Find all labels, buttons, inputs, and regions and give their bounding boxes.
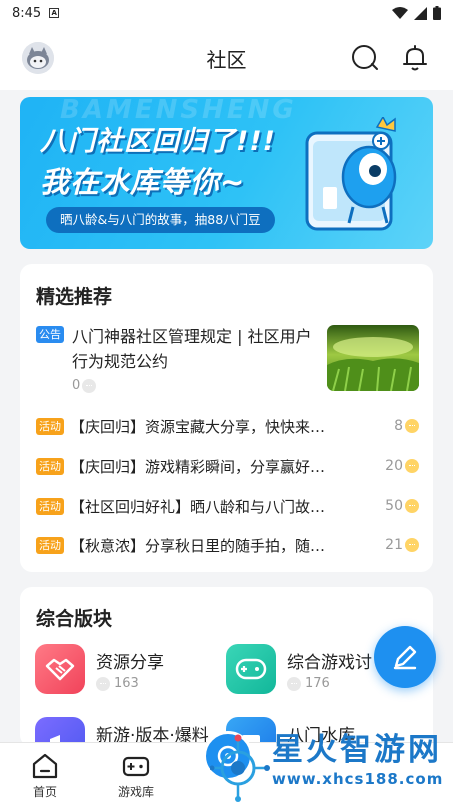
comment-bubble-icon — [96, 676, 110, 691]
battery-icon — [433, 6, 441, 20]
activity-post[interactable]: 活动 【庆回归】资源宝藏大分享，快快来… 8 — [36, 414, 419, 438]
post-title: 【秋意浓】分享秋日里的随手拍，随… — [70, 536, 326, 555]
game-library-icon — [122, 756, 150, 777]
status-time: 8:45 — [12, 5, 42, 21]
status-indicators — [392, 6, 441, 20]
post-title: 【社区回归好礼】晒八龄和与八门故… — [70, 497, 326, 516]
comment-bubble-icon — [405, 459, 419, 473]
post-count-value: 8 — [394, 418, 403, 434]
post-count-value: 20 — [385, 458, 403, 474]
comment-bubble-icon — [82, 378, 97, 393]
post-comment-count: 8 — [394, 418, 419, 434]
bell-icon[interactable] — [401, 44, 429, 72]
post-title: 【庆回归】游戏精彩瞬间，分享赢好… — [70, 457, 326, 476]
nav-home-label: 首页 — [32, 785, 57, 799]
notice-comment-count: 0 — [72, 378, 97, 393]
post-tag: 活动 — [36, 536, 64, 554]
watermark-url: www.xhcs188.com — [272, 770, 444, 788]
post-count-value: 21 — [385, 537, 403, 553]
comment-bubble-icon — [405, 538, 419, 552]
avatar-robot-icon — [22, 42, 54, 74]
post-tag: 活动 — [36, 497, 64, 515]
gamepad-icon — [226, 644, 276, 694]
post-comment-count: 50 — [385, 498, 419, 514]
boards-title: 综合版块 — [36, 608, 113, 630]
promo-banner[interactable]: BAMENSHENG 八门社区回归了!!! 我在水库等你~ 晒八龄&与八门的故事… — [20, 97, 433, 249]
status-bar: 8:45 A — [0, 0, 453, 26]
site-watermark: 星火智游网 www.xhcs188.com — [210, 718, 453, 805]
notice-tag: 公告 — [36, 326, 64, 343]
notice-title: 八门神器社区管理规定 | 社区用户行为规范公约 — [72, 327, 312, 371]
board-name: 综合游戏讨 — [287, 653, 372, 673]
home-icon — [32, 753, 58, 779]
board-post-count: 176 — [287, 676, 330, 691]
board-count-value: 163 — [114, 676, 139, 691]
signal-icon — [414, 6, 427, 20]
post-count-value: 50 — [385, 498, 403, 514]
banner-headline: 八门社区回归了!!! — [40, 126, 276, 157]
board-post-count: 163 — [96, 676, 139, 691]
handshake-icon — [35, 644, 85, 694]
board-count-value: 176 — [305, 676, 330, 691]
board-name: 资源分享 — [96, 653, 164, 673]
notification-a-icon: A — [49, 8, 60, 18]
app-header: 社区 — [0, 26, 453, 90]
board-game-discussion[interactable]: 综合游戏讨 176 — [226, 644, 372, 694]
nav-home[interactable]: 首页 — [15, 751, 75, 800]
pencil-icon — [393, 645, 417, 670]
post-title: 【庆回归】资源宝藏大分享，快快来… — [70, 417, 326, 436]
avatar[interactable] — [22, 42, 54, 74]
featured-title: 精选推荐 — [36, 286, 113, 308]
post-comment-count: 20 — [385, 458, 419, 474]
message-bubble-icon[interactable] — [351, 44, 379, 72]
wifi-icon — [392, 6, 408, 19]
watermark-logo-icon — [210, 734, 270, 802]
nav-game-library[interactable]: 游戏库 — [106, 751, 166, 800]
post-tag: 活动 — [36, 417, 64, 435]
nav-game-library-label: 游戏库 — [117, 785, 154, 799]
comment-bubble-icon — [287, 676, 301, 691]
activity-post[interactable]: 活动 【社区回归好礼】晒八龄和与八门故… 50 — [36, 494, 419, 518]
banner-pill: 晒八龄&与八门的故事，抽88八门豆 — [46, 207, 275, 233]
mascot-icon — [305, 117, 397, 231]
board-resource-share[interactable]: 资源分享 163 — [35, 644, 164, 694]
green-field-image — [327, 325, 419, 391]
page-title: 社区 — [206, 47, 247, 72]
featured-section: 精选推荐 公告 八门神器社区管理规定 | 社区用户行为规范公约 0 活动 【庆回… — [20, 264, 433, 572]
watermark-text: 星火智游网 — [272, 732, 442, 768]
notice-count-value: 0 — [72, 378, 81, 393]
compose-post-button[interactable] — [374, 626, 436, 688]
post-tag: 活动 — [36, 457, 64, 475]
activity-post[interactable]: 活动 【秋意浓】分享秋日里的随手拍，随… 21 — [36, 533, 419, 557]
notice-thumbnail[interactable] — [327, 325, 419, 391]
comment-bubble-icon — [405, 419, 419, 433]
activity-post[interactable]: 活动 【庆回归】游戏精彩瞬间，分享赢好… 20 — [36, 454, 419, 478]
comment-bubble-icon — [405, 499, 419, 513]
post-comment-count: 21 — [385, 537, 419, 553]
banner-subheadline: 我在水库等你~ — [40, 165, 246, 199]
